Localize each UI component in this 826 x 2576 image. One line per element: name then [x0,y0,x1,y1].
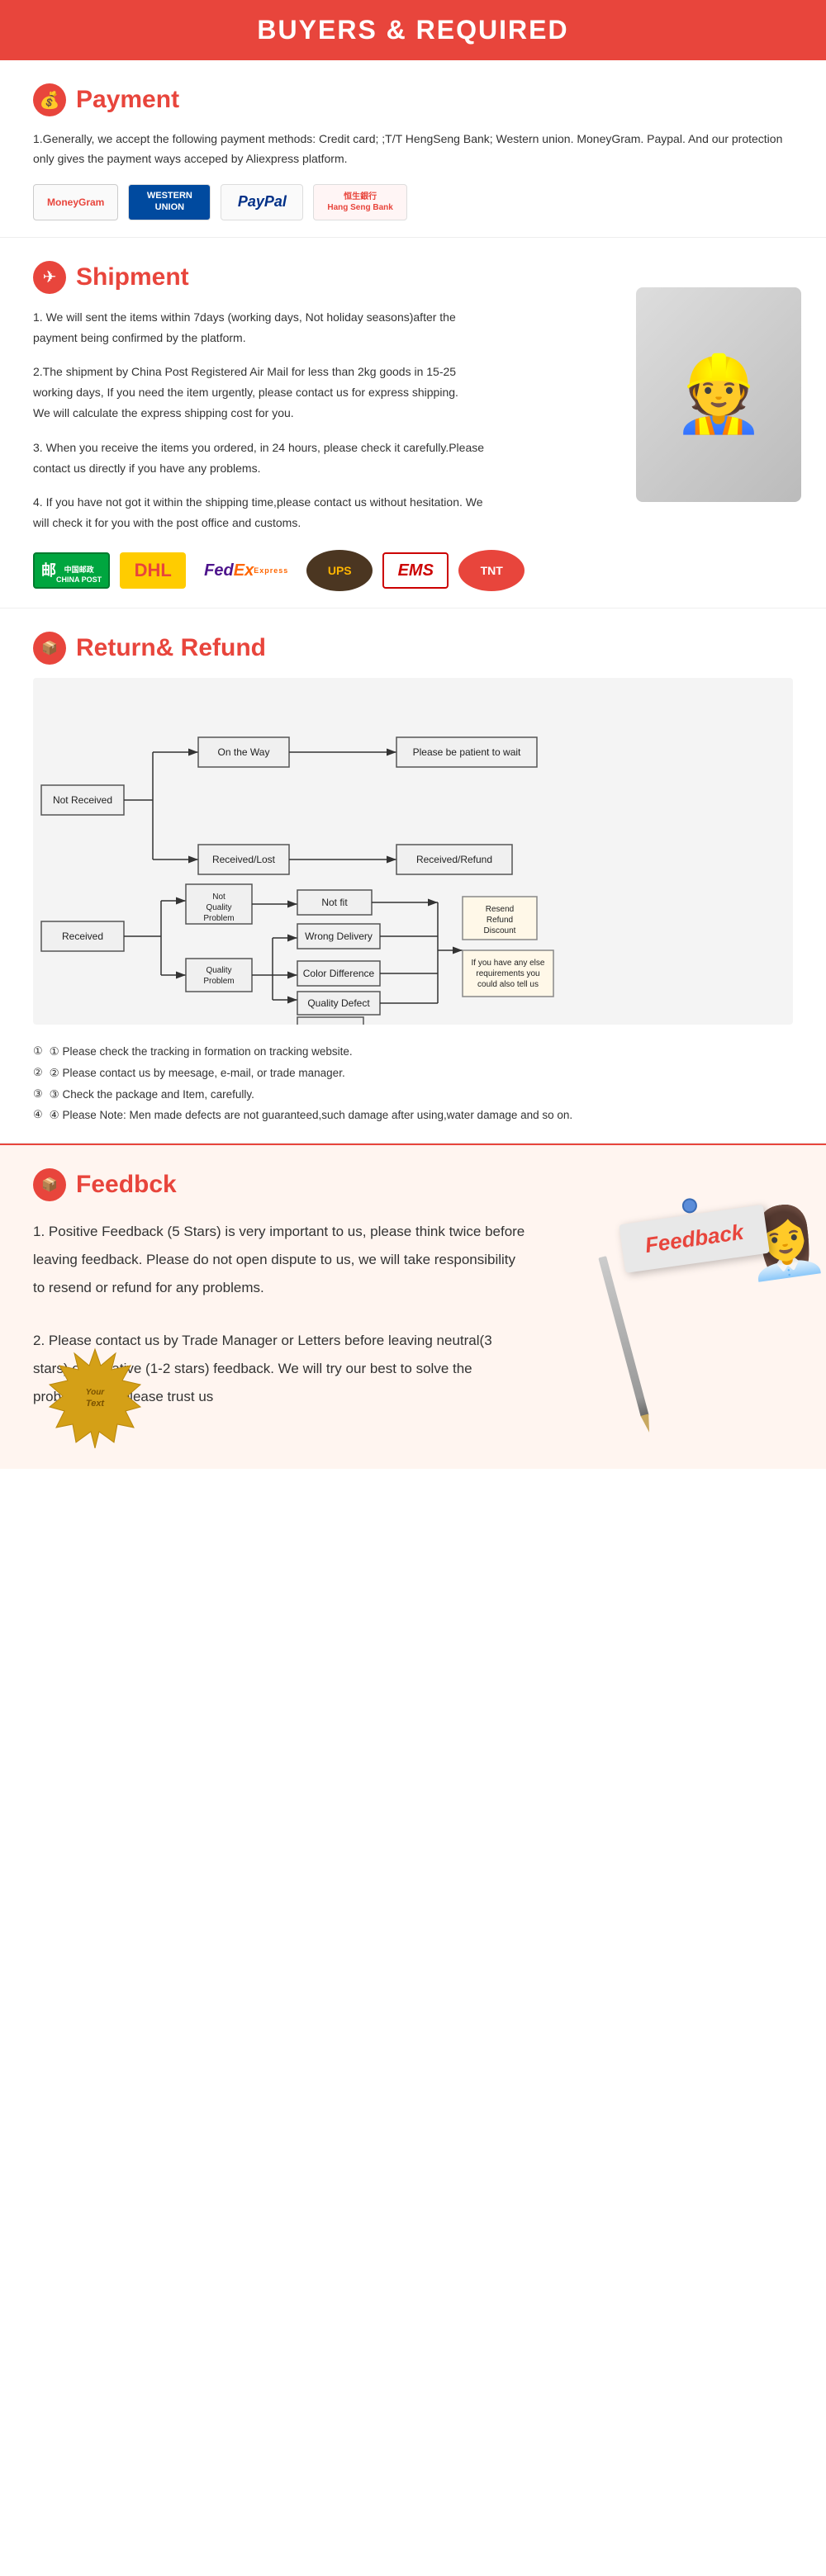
shipment-point-1: 1. We will sent the items within 7days (… [33,307,496,348]
tnt-logo: TNT [458,550,525,591]
payment-section: 💰 Payment 1.Generally, we accept the fol… [0,60,826,238]
ups-logo: UPS [306,550,373,591]
ems-logo: EMS [382,552,449,589]
svg-text:Color Difference: Color Difference [303,968,375,979]
return-icon: 📦 [33,632,66,665]
feedback-image-area: 👩‍💼 Feedback [603,1162,785,1310]
svg-text:Resend: Resend [486,905,514,914]
svg-text:could also tell us: could also tell us [477,980,539,989]
svg-text:Your: Your [86,1388,106,1397]
feedback-heading: Feedbck [76,1171,177,1199]
svg-text:requirements you: requirements you [476,969,539,978]
feedback-text-1: 1. Positive Feedback (5 Stars) is very i… [33,1218,529,1302]
svg-text:Received: Received [62,930,103,942]
chinapost-logo: 邮中国邮政CHINA POST [33,552,110,589]
feedback-icon: 📦 [33,1168,66,1201]
svg-text:Discount: Discount [484,926,516,935]
return-title-area: 📦 Return& Refund [33,632,793,665]
shipment-point-3: 3. When you receive the items you ordere… [33,438,496,479]
svg-text:Quality: Quality [206,903,231,912]
shipment-content: 1. We will sent the items within 7days (… [33,307,793,592]
page-title: BUYERS & REQUIRED [0,15,826,45]
dhl-logo: DHL [120,552,186,589]
header-banner: BUYERS & REQUIRED [0,0,826,60]
svg-text:Problem: Problem [203,914,234,923]
feedback-section: 📦 Feedbck 👩‍💼 Feedback 1. Positive Feedb… [0,1144,826,1469]
svg-text:Quality: Quality [206,966,231,975]
return-heading: Return& Refund [76,634,266,662]
svg-text:Quality Defect: Quality Defect [307,997,370,1009]
return-note-2: ② ② Please contact us by meesage, e-mail… [33,1063,793,1084]
svg-text:Not: Not [212,893,225,902]
svg-text:Please be patient to wait: Please be patient to wait [413,746,521,758]
shipment-point-4: 4. If you have not got it within the shi… [33,492,496,533]
payment-heading: Payment [76,86,179,114]
return-note-1: ① ① Please check the tracking in formati… [33,1041,793,1063]
payment-icon: 💰 [33,83,66,116]
return-note-3: ③ ③ Check the package and Item, carefull… [33,1084,793,1106]
hangseng-logo: 恒生銀行Hang Seng Bank [313,184,406,220]
shipping-logos: 邮中国邮政CHINA POST DHL FedEx Express UPS EM… [33,550,793,591]
paypal-logo: PayPal [221,184,303,220]
return-notes: ① ① Please check the tracking in formati… [33,1041,793,1126]
feedback-sign: Feedback [643,1219,745,1257]
svg-text:Received/Refund: Received/Refund [416,854,492,865]
svg-text:Refund: Refund [487,916,513,925]
svg-text:Not fit: Not fit [321,897,348,908]
return-section: 📦 Return& Refund .fc-box { fill: #f0f0f0… [0,608,826,1144]
shipment-section: ✈ Shipment 👷 1. We will sent the items w… [0,238,826,609]
western-union-logo: WESTERNUNION [128,184,211,220]
svg-text:On the Way: On the Way [218,746,270,758]
shipment-icon: ✈ [33,261,66,294]
gold-badge: Your Text [41,1345,149,1452]
svg-text:Wrong Delivery: Wrong Delivery [305,930,373,942]
payment-text: 1.Generally, we accept the following pay… [33,130,793,169]
svg-text:Received/Lost: Received/Lost [212,854,276,865]
payment-logos: MoneyGram WESTERNUNION PayPal 恒生銀行Hang S… [33,184,793,220]
svg-text:Problem: Problem [203,977,234,986]
svg-text:Not Received: Not Received [53,794,112,806]
moneygram-logo: MoneyGram [33,184,118,220]
page-wrapper: BUYERS & REQUIRED 💰 Payment 1.Generally,… [0,0,826,1469]
shipment-heading: Shipment [76,263,189,291]
svg-text:Text: Text [86,1399,106,1409]
svg-text:If you have any else: If you have any else [472,959,545,968]
payment-title-area: 💰 Payment [33,83,793,116]
return-flowchart: .fc-box { fill: #f0f0f0; stroke: #555; s… [33,678,793,1025]
fedex-logo: FedEx Express [196,552,297,589]
return-note-4: ④ ④ Please Note: Men made defects are no… [33,1105,793,1126]
shipment-point-2: 2.The shipment by China Post Registered … [33,362,496,424]
